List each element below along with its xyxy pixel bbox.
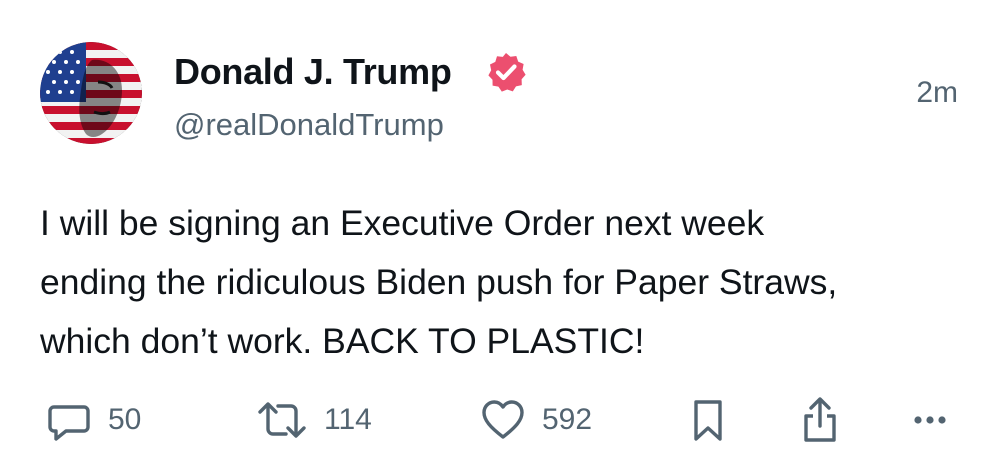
like-count: 592 <box>542 403 593 436</box>
more-icon <box>910 397 950 443</box>
author-handle[interactable]: @realDonaldTrump <box>174 105 444 145</box>
action-bar: 50 114 592 <box>0 395 1000 445</box>
post-card[interactable]: Donald J. Trump @realDonaldTrump 2m I wi… <box>0 0 1000 461</box>
repost-icon <box>256 397 308 443</box>
repost-count: 114 <box>324 403 372 436</box>
heart-icon <box>480 397 526 443</box>
reply-icon <box>46 397 92 443</box>
repost-button[interactable]: 114 <box>256 395 372 445</box>
like-button[interactable]: 592 <box>480 395 592 445</box>
verified-badge-icon <box>485 51 527 93</box>
reply-count: 50 <box>108 403 142 436</box>
post-timestamp[interactable]: 2m <box>916 74 958 112</box>
post-body-line: ending the ridiculous Biden push for Pap… <box>40 262 838 302</box>
bookmark-button[interactable] <box>690 395 726 445</box>
more-button[interactable] <box>910 395 950 445</box>
author-avatar[interactable] <box>40 42 142 144</box>
flag-portrait-image <box>40 42 142 144</box>
author-display-name[interactable]: Donald J. Trump <box>174 50 452 94</box>
bookmark-icon <box>690 397 726 443</box>
post-body: I will be signing an Executive Order nex… <box>40 194 970 371</box>
post-body-line: which don’t work. BACK TO PLASTIC! <box>40 321 645 361</box>
share-icon <box>800 396 840 444</box>
reply-button[interactable]: 50 <box>46 395 141 445</box>
share-button[interactable] <box>800 395 840 445</box>
post-body-line: I will be signing an Executive Order nex… <box>40 203 765 243</box>
